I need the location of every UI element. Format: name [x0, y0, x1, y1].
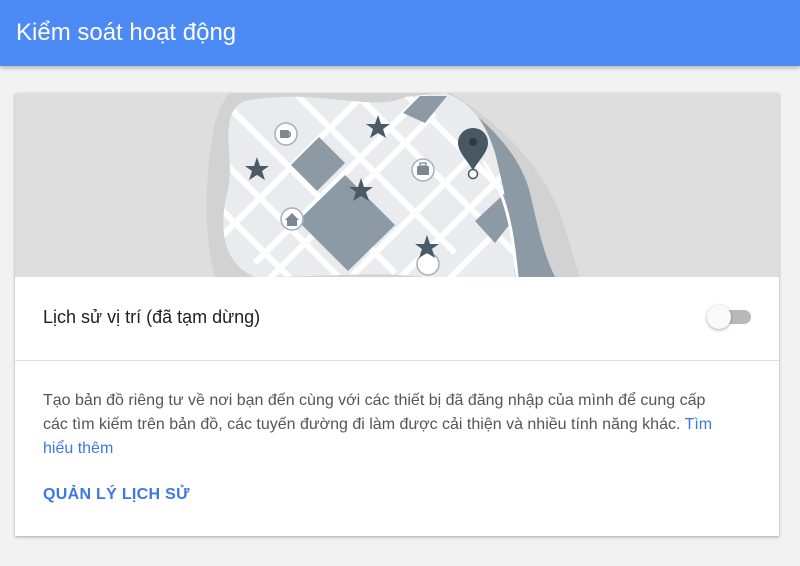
location-history-row[interactable]: Lịch sử vị trí (đã tạm dừng) [15, 277, 779, 361]
app-bar: Kiểm soát hoạt động [0, 0, 800, 66]
activity-card: Lịch sử vị trí (đã tạm dừng) Tạo bản đồ … [15, 93, 779, 536]
description-body: Tạo bản đồ riêng tư về nơi bạn đến cùng … [43, 392, 706, 433]
coffee-icon [274, 122, 298, 146]
toggle-thumb [707, 305, 731, 329]
location-history-label: Lịch sử vị trí (đã tạm dừng) [43, 307, 261, 327]
briefcase-icon [411, 158, 435, 182]
location-history-toggle[interactable] [707, 305, 753, 329]
page-title: Kiểm soát hoạt động [16, 19, 237, 46]
description-text: Tạo bản đồ riêng tư về nơi bạn đến cùng … [43, 389, 723, 461]
home-icon [280, 207, 304, 231]
manage-history-button[interactable]: QUẢN LÝ LỊCH SỬ [43, 486, 190, 504]
map-illustration [15, 93, 779, 277]
